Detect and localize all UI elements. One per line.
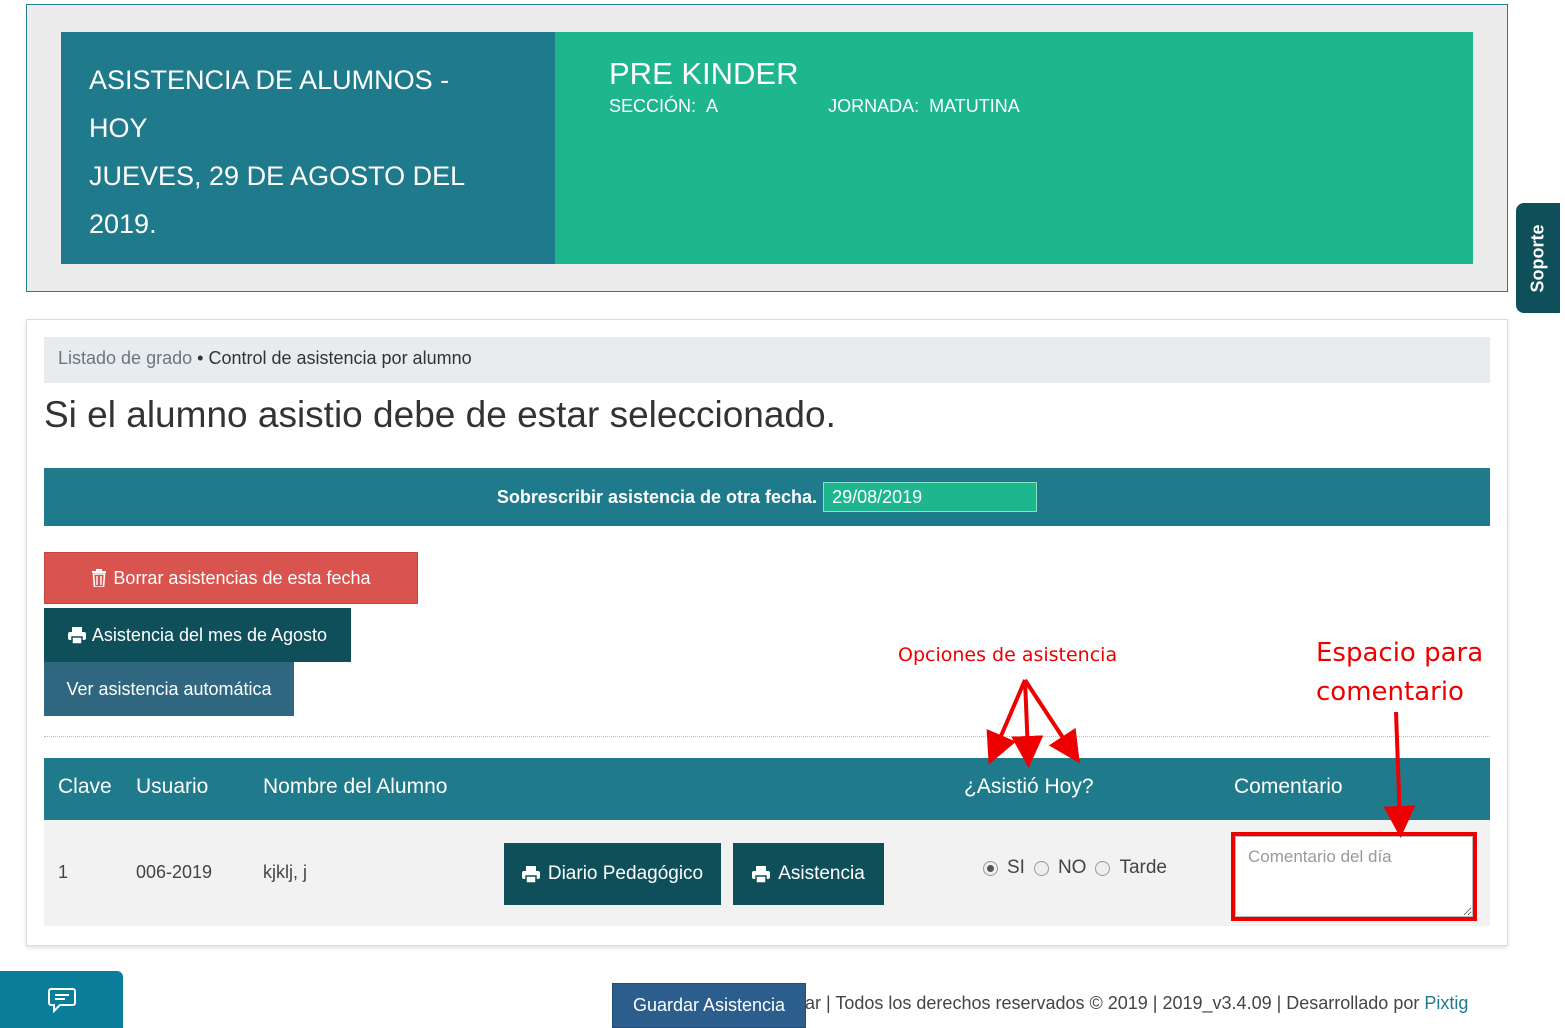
grade-meta: SECCIÓN: A JORNADA: MATUTINA — [609, 96, 1419, 117]
row-usuario: 006-2019 — [136, 862, 213, 882]
chat-icon — [47, 987, 76, 1013]
delete-attendance-button[interactable]: Borrar asistencias de esta fecha — [44, 552, 418, 604]
divider — [44, 736, 1490, 737]
printer-icon — [67, 626, 86, 644]
header-usuario: Usuario — [136, 775, 209, 798]
annotation-space-line1: Espacio para — [1316, 638, 1484, 668]
row-clave: 1 — [58, 862, 69, 882]
row-nombre: kjklj, j — [263, 862, 307, 882]
footer-rights: | Todos los derechos reservados © 2019 |… — [821, 993, 1425, 1013]
radio-tarde-label: Tarde — [1119, 857, 1167, 878]
header-nombre: Nombre del Alumno — [263, 775, 448, 798]
radio-si-label: SI — [1007, 857, 1025, 878]
shift-value: MATUTINA — [929, 96, 1020, 116]
chat-button[interactable] — [0, 971, 123, 1028]
delete-attendance-label: Borrar asistencias de esta fecha — [113, 567, 371, 588]
diario-pedagogico-button[interactable]: Diario Pedagógico — [504, 843, 721, 905]
comment-input[interactable] — [1235, 836, 1473, 917]
printer-icon — [752, 865, 771, 883]
date-override-bar: Sobrescribir asistencia de otra fecha. — [44, 468, 1490, 526]
header-clave: Clave — [58, 775, 112, 798]
save-attendance-button[interactable]: Guardar Asistencia — [612, 983, 806, 1028]
attendance-title: ASISTENCIA DE ALUMNOS - HOY JUEVES, 29 D… — [61, 32, 555, 264]
footer-brand-link[interactable]: Pixtig — [1424, 993, 1468, 1013]
table-header: Clave Usuario Nombre del Alumno ¿Asistió… — [44, 758, 1490, 820]
section-value: A — [706, 96, 719, 116]
annotation-space-line2: comentario — [1316, 677, 1464, 707]
shift-label: JORNADA: — [828, 96, 920, 116]
radio-tarde[interactable] — [1095, 860, 1111, 876]
annotation-options: Opciones de asistencia — [898, 644, 1118, 666]
header-asistio: ¿Asistió Hoy? — [964, 775, 1094, 798]
header-comentario: Comentario — [1234, 775, 1343, 798]
row-attendance-button[interactable]: Asistencia — [733, 843, 884, 905]
footer-text: ar | Todos los derechos reservados © 201… — [805, 993, 1468, 1014]
month-attendance-label: Asistencia del mes de Agosto — [91, 624, 328, 645]
section-label: SECCIÓN: — [609, 96, 697, 116]
radio-no-label: NO — [1057, 857, 1087, 878]
breadcrumb-separator: • — [197, 348, 204, 368]
support-label: Soporte — [1527, 223, 1548, 293]
diario-label: Diario Pedagógico — [547, 863, 704, 884]
comment-highlight — [1231, 832, 1477, 921]
title-line-1: ASISTENCIA DE ALUMNOS - — [89, 65, 450, 95]
footer-partial: ar — [805, 993, 822, 1013]
grade-info: PRE KINDER SECCIÓN: A JORNADA: MATUTINA — [555, 32, 1473, 264]
page: ASISTENCIA DE ALUMNOS - HOY JUEVES, 29 D… — [0, 0, 1565, 1028]
radio-no[interactable] — [1033, 860, 1049, 876]
breadcrumb: Listado de grado • Control de asistencia… — [44, 337, 1490, 383]
title-line-2: HOY — [89, 113, 148, 143]
breadcrumb-current: Control de asistencia por alumno — [208, 348, 472, 368]
title-line-3: JUEVES, 29 DE AGOSTO DEL — [89, 161, 466, 191]
auto-attendance-label: Ver asistencia automática — [66, 678, 272, 699]
trash-icon — [92, 569, 107, 587]
title-line-4: 2019. — [89, 209, 157, 239]
page-title: Si el alumno asistio debe de estar selec… — [44, 394, 836, 435]
attendance-options: SI NO Tarde — [974, 857, 1167, 879]
annotation-comment-space: Espacio para comentario — [1316, 634, 1483, 712]
auto-attendance-button[interactable]: Ver asistencia automática — [44, 662, 294, 716]
date-override-input[interactable] — [823, 482, 1038, 512]
date-override-label: Sobrescribir asistencia de otra fecha. — [496, 486, 818, 507]
printer-icon — [521, 865, 540, 883]
grade-name: PRE KINDER — [609, 56, 799, 91]
month-attendance-button[interactable]: Asistencia del mes de Agosto — [44, 608, 351, 662]
support-tab[interactable]: Soporte — [1516, 203, 1560, 313]
breadcrumb-link[interactable]: Listado de grado — [58, 348, 192, 368]
row-attendance-label: Asistencia — [778, 863, 865, 884]
save-attendance-label: Guardar Asistencia — [632, 995, 786, 1015]
radio-si[interactable] — [983, 860, 998, 876]
